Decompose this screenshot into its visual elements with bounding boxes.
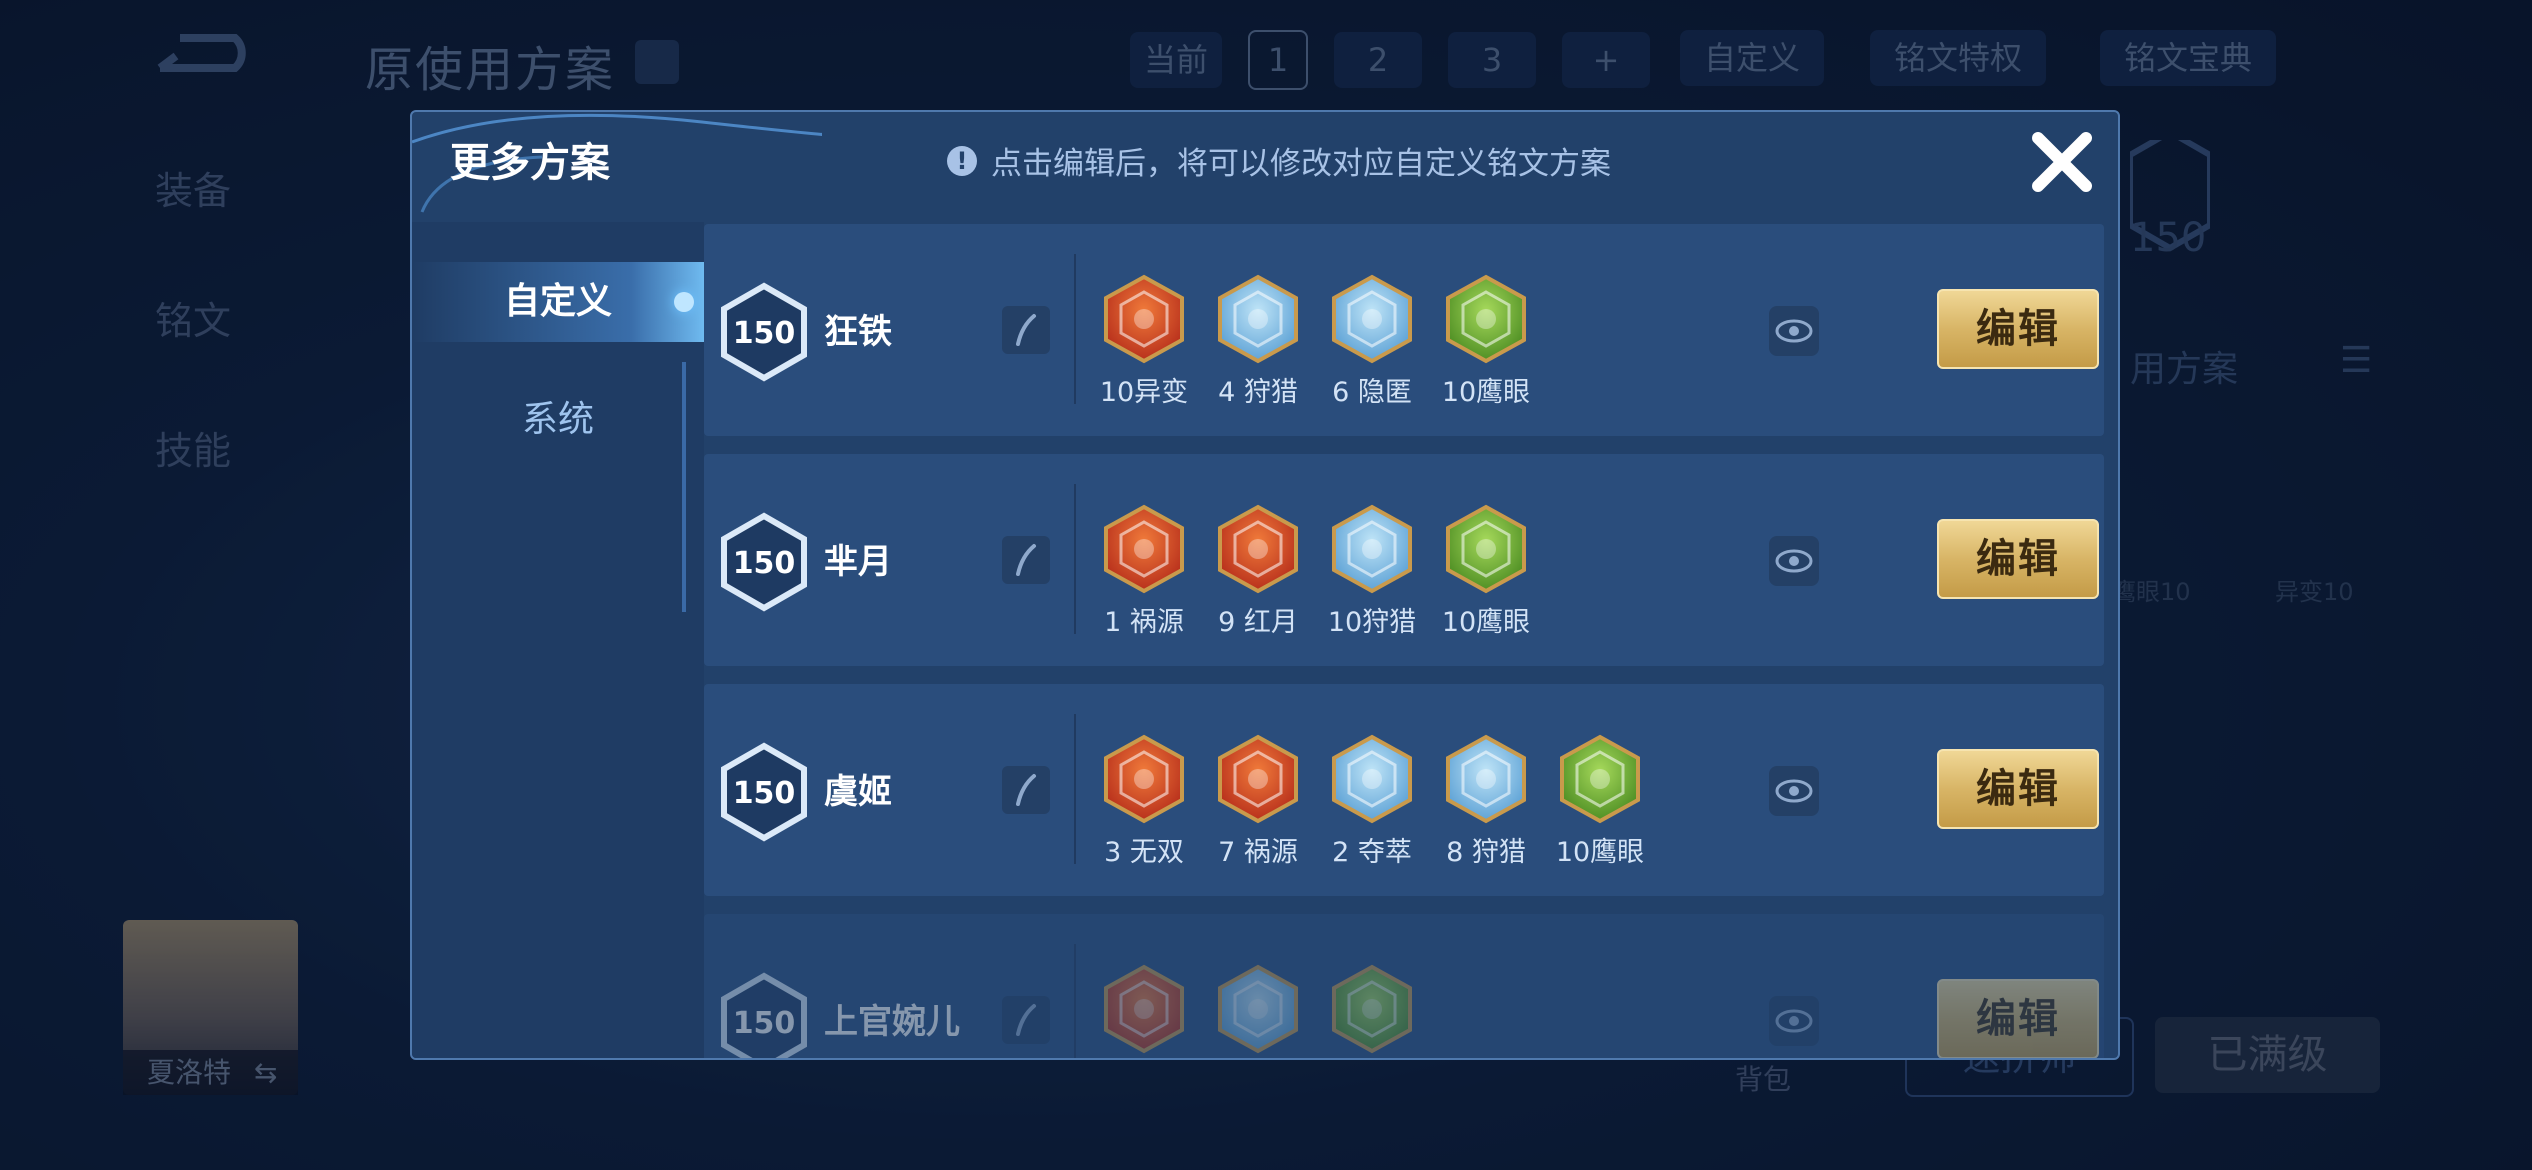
active-indicator-icon: [674, 292, 694, 312]
rename-icon[interactable]: [1002, 996, 1050, 1044]
rune-label: 10鹰眼: [1441, 377, 1531, 408]
row-divider: [1074, 484, 1076, 634]
rune-group: 3 无双 7 祸源 2 夺萃 8 狩猎 10鹰眼: [1099, 734, 1645, 869]
scheme-level: 150: [733, 1006, 796, 1041]
scheme-row: 150 虞姬 3 无双 7 祸源 2 夺萃 8 狩猎 10鹰眼 编辑: [704, 684, 2104, 896]
rune-slot[interactable]: 9 红月: [1213, 504, 1303, 639]
rune-label: 1 祸源: [1104, 607, 1184, 638]
rune-slot[interactable]: 6 隐匿: [1327, 274, 1417, 409]
rune-label: 8 狩猎: [1446, 837, 1526, 868]
rune-slot[interactable]: [1099, 964, 1189, 1058]
wushuang-rune-icon: [1104, 734, 1184, 824]
scheme-name: 上官婉儿: [824, 1002, 960, 1042]
eye-icon[interactable]: [1769, 536, 1819, 586]
edit-hint: ! 点击编辑后，将可以修改对应自定义铭文方案: [947, 138, 1611, 183]
sidebar-item-system[interactable]: 系统: [412, 390, 704, 450]
rune-label: 2 夺萃: [1332, 837, 1412, 868]
level-hexagon-icon: 150: [721, 972, 807, 1058]
edit-button[interactable]: 编辑: [1937, 979, 2099, 1058]
yingyan-rune-icon: [1446, 274, 1526, 364]
yinni-rune-icon: [1332, 274, 1412, 364]
rune-slot[interactable]: 7 祸源: [1213, 734, 1303, 869]
eye-icon[interactable]: [1769, 306, 1819, 356]
scheme-row: 150 狂铁 10异变 4 狩猎 6 隐匿 10鹰眼 编辑: [704, 224, 2104, 436]
rune-slot[interactable]: 10异变: [1099, 274, 1189, 409]
sidebar-item-custom[interactable]: 自定义: [412, 262, 704, 342]
blue-rune-icon: [1218, 964, 1298, 1054]
rune-label: 10异变: [1099, 377, 1189, 408]
hint-text: 点击编辑后，将可以修改对应自定义铭文方案: [991, 146, 1611, 182]
rune-label: 6 隐匿: [1332, 377, 1412, 408]
eye-icon[interactable]: [1769, 996, 1819, 1046]
rune-slot[interactable]: 8 狩猎: [1441, 734, 1531, 869]
rune-slot[interactable]: 3 无双: [1099, 734, 1189, 869]
rune-label: 10狩猎: [1327, 607, 1417, 638]
hongyue-rune-icon: [1218, 504, 1298, 594]
yibian-rune-icon: [1104, 274, 1184, 364]
duocui-rune-icon: [1332, 734, 1412, 824]
rune-group: 1 祸源 9 红月 10狩猎 10鹰眼: [1099, 504, 1531, 639]
level-hexagon-icon: 150: [721, 512, 807, 612]
dialog-sidebar: 自定义 系统: [412, 222, 704, 1058]
rune-group: [1099, 964, 1417, 1058]
scheme-name: 虞姬: [824, 772, 892, 812]
more-schemes-dialog: 更多方案 ! 点击编辑后，将可以修改对应自定义铭文方案 自定义 系统 150 狂…: [410, 110, 2120, 1060]
rename-icon[interactable]: [1002, 766, 1050, 814]
shoulie-rune-icon: [1218, 274, 1298, 364]
huoyuan-rune-icon: [1104, 504, 1184, 594]
rune-group: 10异变 4 狩猎 6 隐匿 10鹰眼: [1099, 274, 1531, 409]
eye-icon[interactable]: [1769, 766, 1819, 816]
green-rune-icon: [1332, 964, 1412, 1054]
scheme-name: 狂铁: [824, 312, 892, 352]
rune-slot[interactable]: [1327, 964, 1417, 1058]
rename-icon[interactable]: [1002, 536, 1050, 584]
rune-label: 9 红月: [1218, 607, 1298, 638]
rune-label: 3 无双: [1104, 837, 1184, 868]
scheme-level: 150: [733, 776, 796, 811]
rename-icon[interactable]: [1002, 306, 1050, 354]
edit-button[interactable]: 编辑: [1937, 289, 2099, 369]
red-rune-icon: [1104, 964, 1184, 1054]
level-hexagon-icon: 150: [721, 282, 807, 382]
rune-slot[interactable]: 1 祸源: [1099, 504, 1189, 639]
scheme-list: 150 狂铁 10异变 4 狩猎 6 隐匿 10鹰眼 编辑 150 芈月 1 祸…: [704, 224, 2104, 1058]
edit-button[interactable]: 编辑: [1937, 749, 2099, 829]
rune-slot[interactable]: 4 狩猎: [1213, 274, 1303, 409]
shoulie-rune-icon: [1332, 504, 1412, 594]
rune-label: 10鹰眼: [1555, 837, 1645, 868]
rune-slot[interactable]: 10鹰眼: [1555, 734, 1645, 869]
rune-label: 7 祸源: [1218, 837, 1298, 868]
row-divider: [1074, 944, 1076, 1058]
scheme-row: 150 芈月 1 祸源 9 红月 10狩猎 10鹰眼 编辑: [704, 454, 2104, 666]
yingyan-rune-icon: [1560, 734, 1640, 824]
rune-slot[interactable]: 10鹰眼: [1441, 504, 1531, 639]
dialog-header: 更多方案 ! 点击编辑后，将可以修改对应自定义铭文方案: [412, 112, 2118, 222]
scheme-name: 芈月: [824, 542, 892, 582]
info-icon: !: [947, 145, 977, 176]
dialog-title: 更多方案: [450, 140, 610, 186]
level-hexagon-icon: 150: [721, 742, 807, 842]
rune-slot[interactable]: 10狩猎: [1327, 504, 1417, 639]
scheme-level: 150: [733, 546, 796, 581]
row-divider: [1074, 714, 1076, 864]
huoyuan-rune-icon: [1218, 734, 1298, 824]
shoulie-rune-icon: [1446, 734, 1526, 824]
rune-label: 10鹰眼: [1441, 607, 1531, 638]
yingyan-rune-icon: [1446, 504, 1526, 594]
close-icon[interactable]: [2022, 122, 2102, 202]
edit-button[interactable]: 编辑: [1937, 519, 2099, 599]
scheme-row: 150 上官婉儿 编辑: [704, 914, 2104, 1058]
scheme-level: 150: [733, 316, 796, 351]
rune-label: 4 狩猎: [1218, 377, 1298, 408]
rune-slot[interactable]: 10鹰眼: [1441, 274, 1531, 409]
rune-slot[interactable]: [1213, 964, 1303, 1058]
rune-slot[interactable]: 2 夺萃: [1327, 734, 1417, 869]
row-divider: [1074, 254, 1076, 404]
